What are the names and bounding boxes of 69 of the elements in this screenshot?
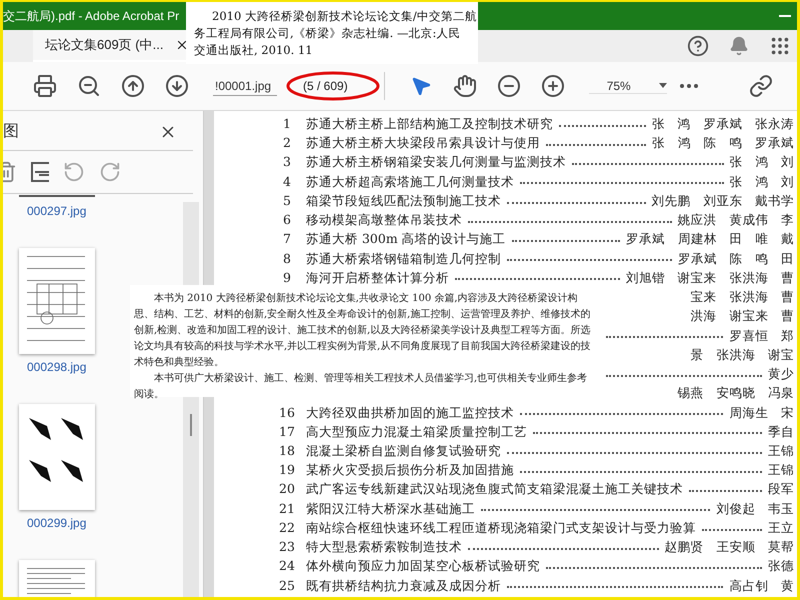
entry-authors: 赵鹏贤 王安顺 莫帮 [664,539,794,556]
entry-number: 25 [278,578,296,593]
entry-number: 9 [282,270,292,285]
entry-authors: 刘俊起 韦玉 [716,500,794,518]
entry-authors: 刘先鹏 刘亚东 戴书学 [652,192,794,210]
summary-paragraph: 本书为 2010 大跨径桥梁创新技术论坛论文集,共收录论文 100 余篇,内容涉及大跨径桥梁设计构思、结构、工艺、材料的创新,安全耐久性及全寿命设计的创新,施工控制、运营管理及养护、维修技术的创新,检测、改造和加固工程的设计、施工技术的创新,以及大跨径桥梁美学设计及典型工程等方面。所选论文均具有较高的科技与学术水平,并以工程实例为背景,从不同角度展现了目前我国大跨径桥梁建设的技术特色和典型经验。 [134,292,592,370]
entry-title: 苏通大桥 300m 高塔的设计与施工 [306,231,506,248]
entry-authors: 张德 [768,558,794,576]
entry-authors: 王锦 [768,442,794,460]
entry-number: 16 [278,404,296,420]
entry-authors: 王立 [768,520,794,537]
entry-authors: 张 鸿 刘 [730,154,794,172]
entry-title: 海河开启桥整体计算分析 [306,270,449,287]
entry-authors: 罗喜恒 郑 [729,328,794,345]
entry-number: 1 [282,116,292,131]
entry-number: 21 [278,500,296,516]
entry-title: 武广客运专线新建武汉站现浇鱼腹式简支箱梁混凝土施工关键技术 [306,481,683,498]
entry-title: 高大型预应力混凝土箱梁质量控制工艺 [306,424,527,441]
entry-number: 5 [282,192,292,208]
entry-title: 既有拱桥结构抗力衰减及成因分析 [306,578,501,595]
entry-number: 7 [282,231,292,246]
entry-title: 苏通大桥索塔钢锚箱制造几何控制 [306,250,501,268]
entry-title: 苏通大桥主桥钢箱梁安装几何测量与监测技术 [306,154,566,172]
entry-number: 22 [278,520,296,535]
window-title: 交二航局).pdf - Adobe Acrobat Pr [3,8,180,24]
entry-authors: 张 鸿 刘 [730,174,794,191]
entry-title: 移动模架高墩整体吊装技术 [306,212,462,230]
entry-title: 苏通大桥主桥上部结构施工及控制技术研究 [306,116,553,133]
entry-number: 20 [278,481,296,496]
entry-authors: 姚应洪 黄成伟 李 [678,212,794,230]
page-count: (5 / 609) [303,79,348,93]
entry-number: 18 [278,442,296,458]
entry-authors: 段军 [768,481,794,498]
entry-authors: 刘旭锴 谢宝来 张洪海 曹 [626,270,794,287]
entry-number: 4 [282,174,292,189]
entry-authors: 季自 [768,424,794,441]
entry-authors: 罗承斌 陈 鸣 田 [678,250,794,268]
entry-authors: 周海生 宋 [729,404,794,422]
entry-authors: 洪海 谢宝来 曹 [690,308,794,326]
entry-number: 24 [278,558,296,574]
summary-paragraph: 本书可供广大桥梁设计、施工、检测、管理等相关工程技术人员借鉴学习,也可供相关专业师生参考阅读。 [134,372,588,402]
entry-number: 17 [278,424,296,439]
entry-number: 2 [282,135,292,150]
entry-authors: 王锦 [768,462,794,480]
entry-title: 某桥火灾受损后损伤分析及加固措施 [306,462,514,480]
entry-title: 特大型悬索桥索鞍制造技术 [306,539,462,556]
citation-line: 2010 大跨径桥梁创新技术论坛论文集/中交第二航 [211,8,477,25]
entry-authors: 宝来 张洪海 曹 [690,289,794,306]
entry-number: 8 [282,250,292,266]
entry-title: 紫阳汉江特大桥深水基础施工 [306,500,475,518]
entry-title: 苏通大桥主桥大块梁段吊索具设计与使用 [306,135,540,152]
entry-title: 苏通大桥超高索塔施工几何测量技术 [306,174,514,191]
entry-authors: 张 鸿 罗承斌 张永涛 [652,116,794,133]
entry-authors: 张 鸿 陈 鸣 罗承斌 [652,135,794,152]
entry-authors: 黄少 [768,366,794,384]
entry-title: 大跨径双曲拱桥加固的施工监控技术 [306,404,514,422]
entry-number: 6 [282,212,292,228]
entry-authors: 罗承斌 周建林 田 唯 戴 [626,231,794,248]
entry-title: 南站综合枢纽快速环线工程匝道桥现浇箱梁门式支架设计与受力验算 [306,520,696,537]
panel-title: 图 [3,122,19,142]
entry-title: 混凝土梁桥自监测自修复试验研究 [306,442,501,460]
entry-number: 19 [278,462,296,478]
entry-title: 箱梁节段短线匹配法预制施工技术 [306,192,501,210]
entry-number: 3 [282,154,292,170]
entry-authors: 锡燕 安鸣晓 冯泉 [678,385,794,402]
entry-authors: 景 张洪海 谢宝 [690,346,794,364]
entry-title: 体外横向预应力加固某空心板桥试验研究 [306,558,540,576]
entry-number: 23 [278,539,296,554]
entry-authors: 高占钊 黄 [729,578,794,595]
